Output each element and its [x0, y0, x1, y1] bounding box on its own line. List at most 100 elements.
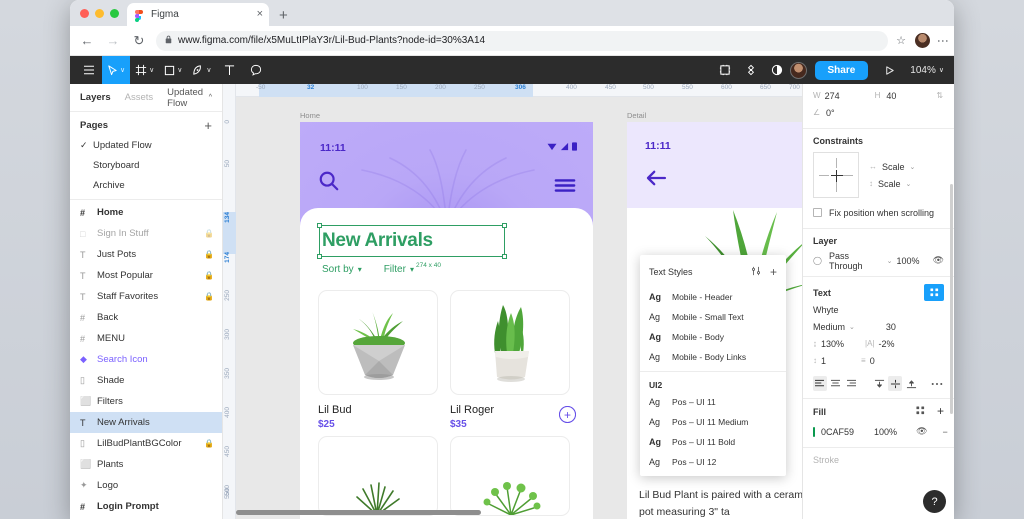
frame-label-home[interactable]: Home	[300, 111, 320, 120]
fill-color-hex[interactable]: 0CAF59	[821, 427, 854, 437]
new-tab-button[interactable]: +	[279, 8, 288, 23]
layer-row-menu[interactable]: # MENU	[70, 328, 222, 349]
align-left-icon[interactable]	[813, 376, 827, 391]
components-button[interactable]	[712, 56, 738, 84]
text-style-pos-ui-11[interactable]: Ag Pos – UI 11	[640, 392, 786, 412]
resize-handle-br[interactable]	[502, 254, 507, 259]
chevron-down-icon[interactable]: ∨	[206, 66, 211, 74]
line-height-value[interactable]: 130%	[821, 339, 844, 349]
move-tool-button[interactable]: ∨	[102, 56, 131, 84]
font-family-row[interactable]: Whyte	[813, 301, 944, 318]
text-style-mobile-header[interactable]: Ag Mobile - Header	[640, 287, 786, 307]
add-style-button[interactable]: +	[770, 266, 777, 278]
blend-mode-value[interactable]: Pass Through	[829, 251, 881, 271]
layer-row-most-popular[interactable]: T Most Popular 🔒	[70, 265, 222, 286]
text-style-mobile-body[interactable]: Ag Mobile - Body	[640, 327, 786, 347]
tab-layers[interactable]: Layers	[80, 92, 111, 103]
layer-row-sign-in-stuff[interactable]: □ Sign In Stuff 🔒	[70, 223, 222, 244]
present-button[interactable]	[876, 56, 902, 84]
frame-home[interactable]: 11:11 New Arrivals 274 x 40 Sort by ▾ Fi…	[300, 122, 593, 519]
layer-row-back[interactable]: # Back	[70, 307, 222, 328]
chevron-down-icon[interactable]: ⌄	[849, 323, 855, 331]
align-bottom-icon[interactable]	[904, 376, 918, 391]
frame-tool-button[interactable]: ∨	[130, 56, 159, 84]
constraint-horizontal[interactable]: ↔ Scale ⌄	[869, 158, 915, 175]
remove-fill-button[interactable]: −	[943, 427, 948, 437]
lock-icon[interactable]: 🔒	[204, 271, 214, 280]
ellipsis-icon[interactable]	[930, 376, 944, 391]
address-bar[interactable]: www.figma.com/file/x5MuLtIPlaY3r/Lil-Bud…	[156, 30, 889, 51]
page-item-storyboard[interactable]: Storyboard	[70, 155, 222, 175]
properties-scrollbar[interactable]	[950, 184, 953, 414]
tab-assets[interactable]: Assets	[125, 92, 154, 103]
resize-handle-bl[interactable]	[317, 254, 322, 259]
product-image-3[interactable]	[318, 436, 438, 516]
constrain-proportions-icon[interactable]: ⇅	[936, 91, 944, 100]
page-item-archive[interactable]: Archive	[70, 175, 222, 195]
fix-position-row[interactable]: Fix position when scrolling	[813, 204, 944, 221]
text-settings-icon[interactable]	[924, 284, 944, 301]
constraints-widget[interactable]	[813, 152, 859, 198]
product-card-lil-bud[interactable]: + Lil Bud $25	[318, 290, 576, 430]
text-style-mobile-body-links[interactable]: Ag Mobile - Body Links	[640, 347, 786, 367]
layer-row-new-arrivals[interactable]: T New Arrivals	[70, 412, 222, 433]
add-to-cart-button[interactable]: +	[559, 406, 576, 423]
hamburger-icon[interactable]	[554, 178, 576, 198]
close-window-button[interactable]	[80, 8, 89, 18]
constraint-vertical[interactable]: ↕ Scale ⌄	[869, 175, 915, 192]
canvas-viewport[interactable]: Home 11:11 New Arrivals 274 x 40 Sort by…	[236, 97, 802, 519]
mask-button[interactable]	[764, 56, 790, 84]
fix-position-checkbox[interactable]	[813, 208, 822, 217]
sort-by-dropdown[interactable]: Sort by ▾	[322, 264, 362, 275]
list-indent-value[interactable]: 0	[870, 356, 875, 366]
layer-row-shade[interactable]: ▯ Shade	[70, 370, 222, 391]
resize-handle-tl[interactable]	[317, 223, 322, 228]
align-right-icon[interactable]	[845, 376, 859, 391]
browser-menu-icon[interactable]: ⋮	[936, 35, 950, 47]
chevron-down-icon[interactable]: ∨	[177, 66, 182, 74]
zoom-level-dropdown[interactable]: 104% ∨	[910, 65, 944, 76]
user-avatar[interactable]	[789, 61, 807, 79]
paragraph-spacing-value[interactable]: 1	[821, 356, 826, 366]
close-icon[interactable]: ×	[257, 9, 263, 20]
layer-opacity-value[interactable]: 100%	[897, 256, 920, 266]
arrow-left-icon[interactable]	[645, 170, 667, 191]
text-tool-button[interactable]	[217, 56, 243, 84]
product-image-4[interactable]	[450, 436, 570, 516]
letter-spacing-value[interactable]: -2%	[879, 339, 895, 349]
chevron-down-icon[interactable]: ∨	[120, 66, 125, 74]
add-fill-button[interactable]: +	[937, 405, 944, 417]
layer-row-just-pots[interactable]: T Just Pots 🔒	[70, 244, 222, 265]
profile-avatar[interactable]	[915, 33, 930, 48]
layer-row-staff-favorites[interactable]: T Staff Favorites 🔒	[70, 286, 222, 307]
fill-color-swatch[interactable]	[813, 426, 815, 437]
page-item-updated-flow[interactable]: ✓ Updated Flow	[70, 135, 222, 155]
plugins-button[interactable]	[738, 56, 764, 84]
add-page-button[interactable]: +	[204, 119, 212, 132]
minimize-window-button[interactable]	[95, 8, 104, 18]
lock-icon[interactable]: 🔒	[204, 292, 214, 301]
resize-handle-tr[interactable]	[502, 223, 507, 228]
page-flow-dropdown[interactable]: Updated Flow ^	[167, 87, 212, 109]
text-styles-popover[interactable]: Text Styles + Ag Mobile - Header Ag Mobi…	[640, 255, 786, 476]
canvas-area[interactable]: -50 32 100 150 200 250 306 400 450 500 5…	[223, 84, 802, 519]
lock-icon[interactable]: 🔒	[204, 439, 214, 448]
style-icon[interactable]	[916, 406, 925, 417]
height-input[interactable]: 40	[886, 91, 932, 101]
font-weight-value[interactable]: Medium	[813, 322, 845, 332]
maximize-window-button[interactable]	[110, 8, 119, 18]
bookmark-star-icon[interactable]: ☆	[896, 34, 906, 47]
layer-row-login-prompt[interactable]: # Login Prompt	[70, 496, 222, 517]
shape-tool-button[interactable]: ∨	[159, 56, 187, 84]
layer-row-home[interactable]: # Home	[70, 202, 222, 223]
main-menu-button[interactable]	[76, 56, 102, 84]
text-style-pos-ui-11-medium[interactable]: Ag Pos – UI 11 Medium	[640, 412, 786, 432]
font-size-value[interactable]: 30	[886, 322, 896, 332]
comment-tool-button[interactable]	[243, 56, 269, 84]
forward-icon[interactable]: →	[104, 32, 122, 50]
help-button[interactable]: ?	[923, 490, 946, 513]
filter-dropdown[interactable]: Filter ▾	[384, 264, 414, 275]
new-arrivals-selection[interactable]: New Arrivals 274 x 40	[317, 223, 507, 269]
chevron-down-icon[interactable]: ⌄	[887, 257, 893, 265]
sliders-icon[interactable]	[751, 263, 761, 281]
